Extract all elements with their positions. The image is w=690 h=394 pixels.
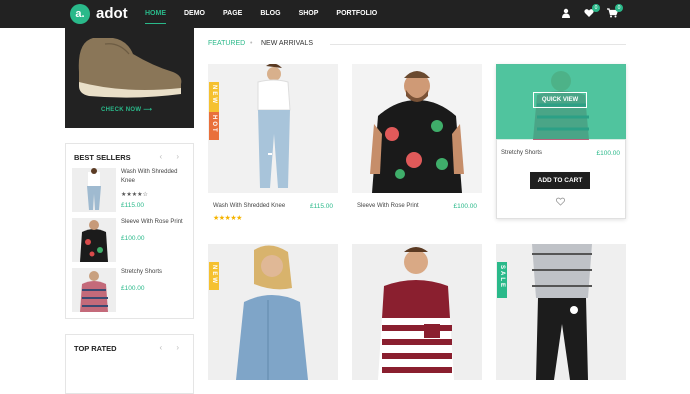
- user-icon[interactable]: [560, 8, 572, 20]
- product-name[interactable]: Wash With Shredded Knee: [121, 168, 191, 186]
- product-name[interactable]: Sleeve With Rose Print: [121, 218, 191, 227]
- product-card[interactable]: [352, 244, 482, 380]
- rating-stars: ★★★★☆: [121, 191, 148, 198]
- tab-featured[interactable]: FEATURED: [208, 40, 245, 47]
- quick-view-button[interactable]: QUICK VIEW: [533, 92, 587, 108]
- promo-banner[interactable]: CHECK NOW ⟶: [65, 28, 194, 128]
- product-image[interactable]: [496, 244, 626, 380]
- tabs-divider: [330, 44, 626, 45]
- tab-new-arrivals[interactable]: NEW ARRIVALS: [261, 40, 313, 47]
- product-price: £115.00: [310, 203, 333, 210]
- new-ribbon-label: NEW: [210, 265, 218, 285]
- list-item[interactable]: Stretchy Shorts £100.00: [72, 268, 189, 313]
- hot-ribbon: HOT: [209, 112, 219, 140]
- product-name[interactable]: Sleeve With Rose Print: [357, 203, 419, 209]
- product-card[interactable]: [208, 244, 338, 380]
- nav-shop[interactable]: SHOP: [299, 0, 319, 28]
- tab-separator: •: [250, 40, 252, 47]
- new-ribbon: NEW: [209, 82, 219, 112]
- wishlist-count-badge: 0: [592, 4, 600, 12]
- shoe-image: [65, 28, 194, 128]
- product-price: £115.00: [121, 202, 144, 209]
- product-image[interactable]: [208, 244, 338, 380]
- product-name[interactable]: Stretchy Shorts: [121, 268, 191, 277]
- product-price: £100.00: [121, 235, 145, 242]
- add-to-cart-button[interactable]: ADD TO CART: [530, 172, 590, 189]
- new-ribbon: NEW: [209, 262, 219, 290]
- top-rated-title: TOP RATED: [74, 344, 117, 353]
- product-thumbnail[interactable]: [72, 218, 116, 262]
- product-thumbnail[interactable]: [72, 268, 116, 312]
- brand-name[interactable]: adot: [96, 5, 128, 22]
- list-item[interactable]: Wash With Shredded Knee ★★★★☆ £115.00: [72, 168, 189, 213]
- nav-home[interactable]: HOME: [145, 0, 166, 28]
- wishlist-heart-icon[interactable]: [556, 197, 565, 208]
- best-sellers-arrows[interactable]: ‹ ›: [159, 152, 185, 161]
- logo-icon[interactable]: a.: [70, 4, 90, 24]
- nav-blog[interactable]: BLOG: [260, 0, 280, 28]
- cart-count-badge: 0: [615, 4, 623, 12]
- top-rated-panel: TOP RATED ‹ ›: [65, 334, 194, 394]
- main-nav: HOME DEMO PAGE BLOG SHOP PORTFOLIO: [145, 0, 395, 28]
- nav-page[interactable]: PAGE: [223, 0, 242, 28]
- top-rated-arrows[interactable]: ‹ ›: [159, 343, 185, 352]
- product-name[interactable]: Wash With Shredded Knee: [213, 203, 285, 209]
- product-image[interactable]: [208, 64, 338, 193]
- hot-ribbon-label: HOT: [210, 115, 218, 134]
- best-sellers-title: BEST SELLERS: [74, 153, 131, 162]
- sale-ribbon: SALE: [497, 262, 507, 298]
- product-card[interactable]: Sleeve With Rose Print £100.00: [352, 64, 482, 224]
- best-sellers-panel: BEST SELLERS ‹ › Wash With Shredded Knee…: [65, 143, 194, 319]
- product-thumbnail[interactable]: [72, 168, 116, 212]
- nav-portfolio[interactable]: PORTFOLIO: [336, 0, 377, 28]
- check-now-link[interactable]: CHECK NOW ⟶: [101, 106, 152, 113]
- product-price: £100.00: [121, 285, 145, 292]
- product-image[interactable]: [352, 64, 482, 193]
- list-item[interactable]: Sleeve With Rose Print £100.00: [72, 218, 189, 263]
- rating-stars: ★★★★★: [213, 214, 242, 222]
- product-price: £100.00: [597, 150, 621, 157]
- product-image[interactable]: [352, 244, 482, 380]
- nav-demo[interactable]: DEMO: [184, 0, 205, 28]
- product-name[interactable]: Stretchy Shorts: [501, 150, 542, 156]
- product-card[interactable]: Wash With Shredded Knee £115.00 ★★★★★: [208, 64, 338, 224]
- new-ribbon-label: NEW: [210, 85, 218, 105]
- product-card[interactable]: [496, 244, 626, 380]
- product-price: £100.00: [454, 203, 478, 210]
- sale-ribbon-label: SALE: [498, 265, 506, 289]
